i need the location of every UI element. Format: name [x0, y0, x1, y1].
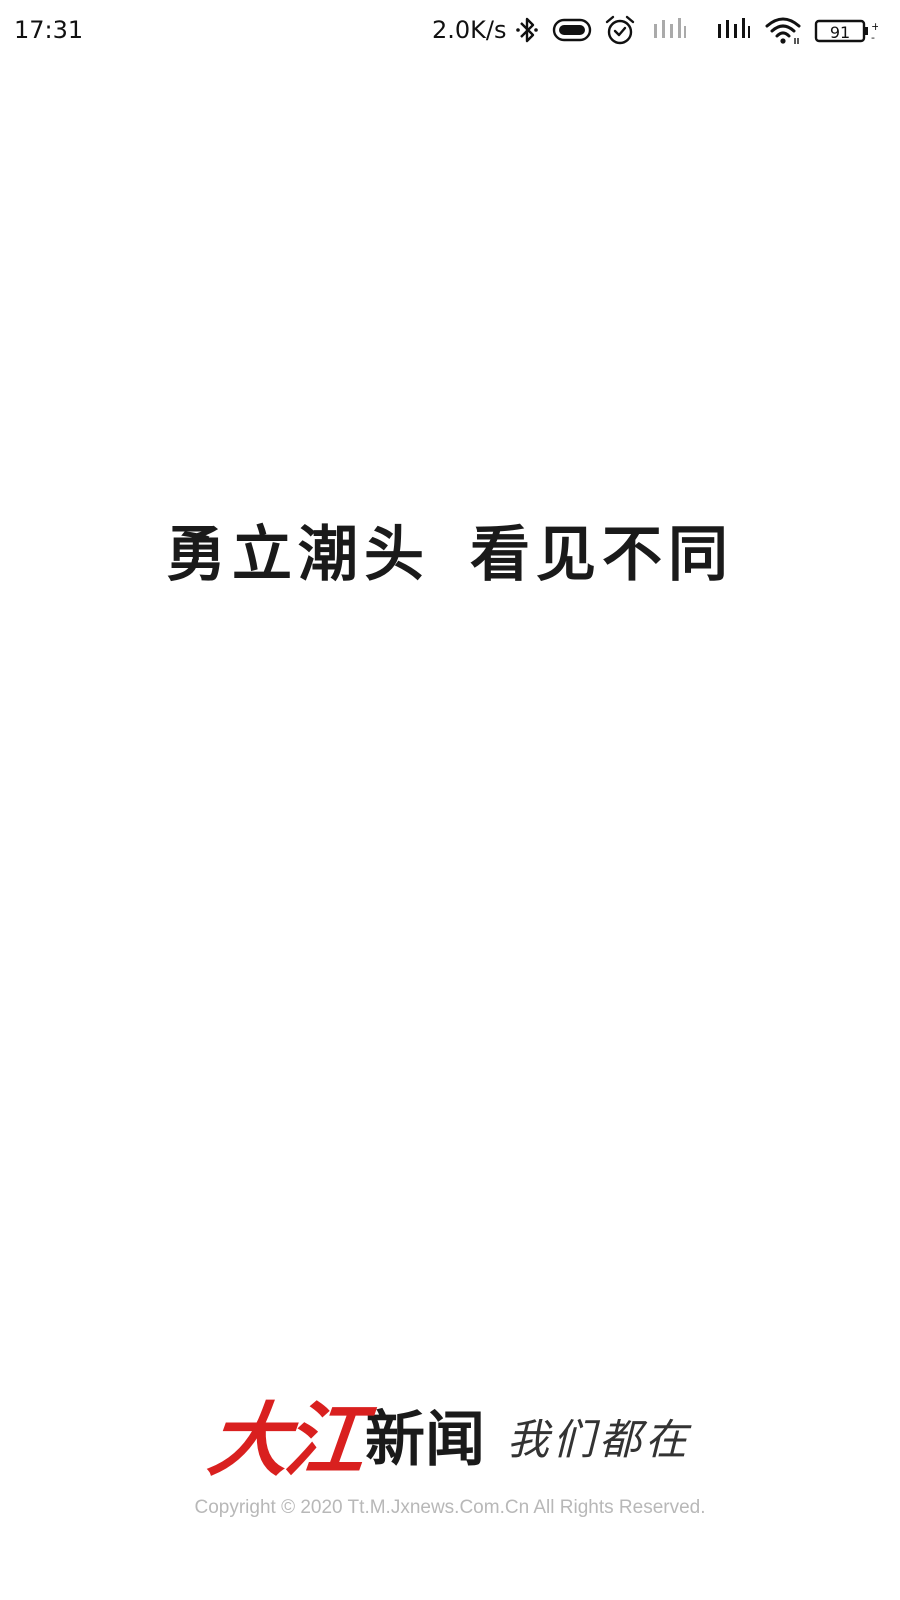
- slogan-left: 勇立潮头: [166, 520, 430, 590]
- battery-level: 91: [830, 23, 850, 42]
- network-speed: 2.0K/s: [432, 16, 507, 44]
- alarm-clock-icon: [604, 14, 636, 46]
- brand-logo-mark: 大江: [204, 1393, 366, 1487]
- status-time: 17:31: [14, 16, 84, 44]
- battery-icon: + - 91: [814, 14, 878, 46]
- brand-tagline: 我们都在: [506, 1415, 691, 1464]
- bluetooth-icon: [514, 14, 540, 46]
- wifi-icon: [764, 14, 802, 46]
- svg-text:-: -: [871, 31, 875, 44]
- splash-slogan: 勇立潮头 看见不同: [0, 510, 900, 600]
- brand-logo-lockup: 大江新闻 我们都在: [0, 1392, 900, 1488]
- signal-sim1-icon: [652, 14, 688, 46]
- status-bar: 17:31 2.0K/s + - 91: [0, 0, 900, 60]
- toggle-pill-icon: [552, 14, 592, 46]
- copyright-notice: Copyright © 2020 Tt.M.Jxnews.Com.Cn All …: [194, 1497, 706, 1518]
- slogan-right: 看见不同: [470, 520, 734, 590]
- brand-name: 新闻: [364, 1405, 485, 1475]
- signal-sim2-icon: [716, 14, 752, 46]
